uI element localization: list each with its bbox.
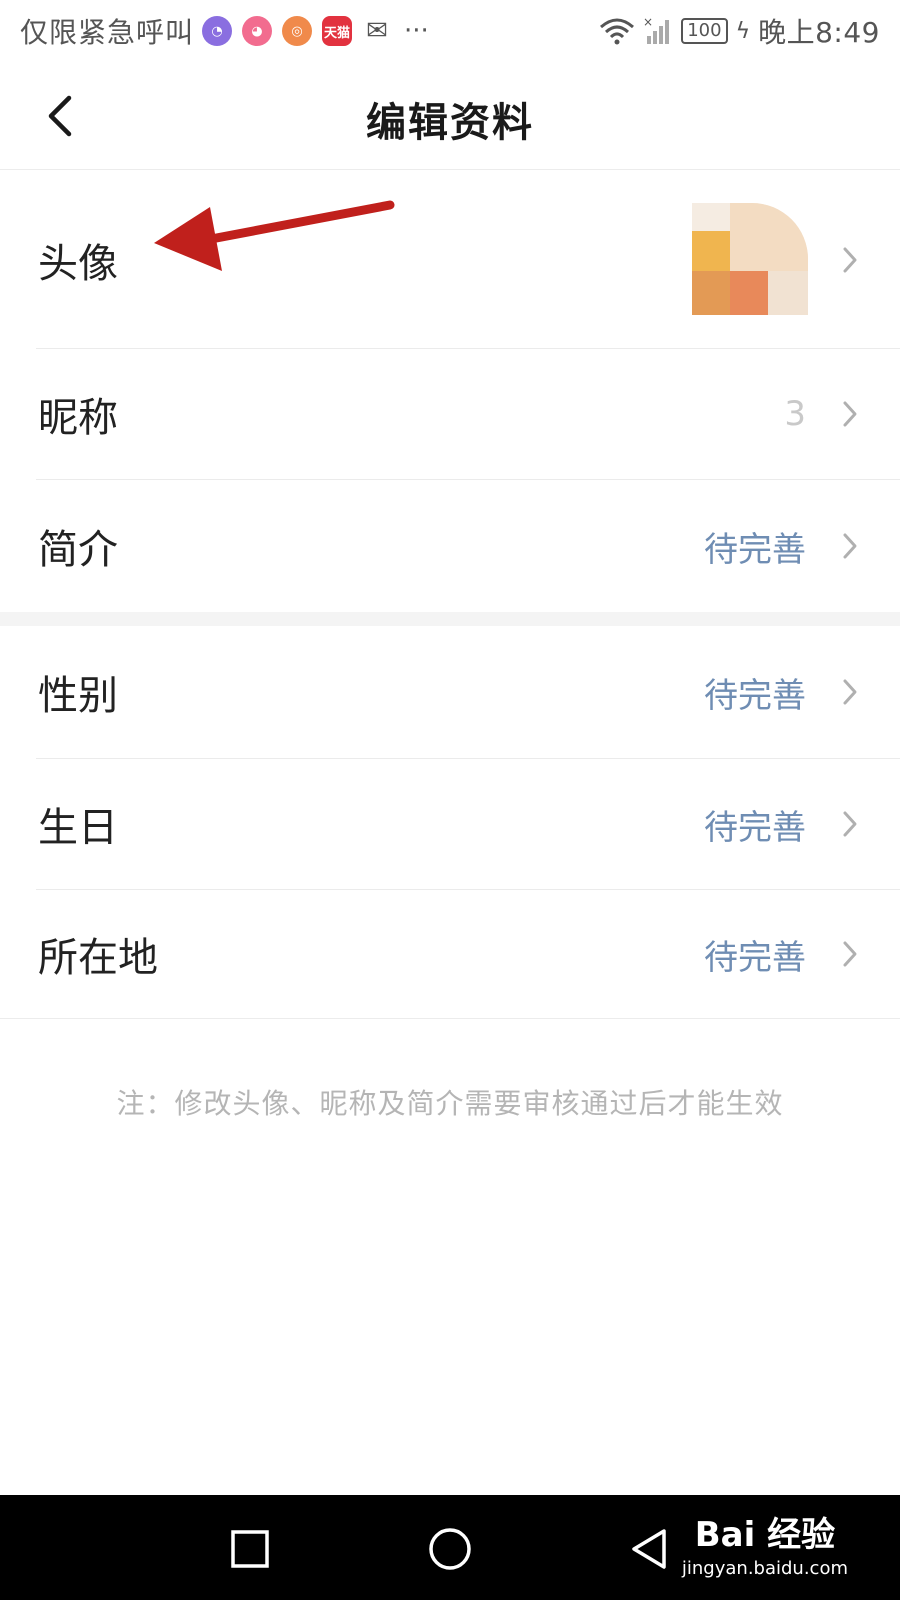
back-nav-button[interactable] bbox=[628, 1527, 672, 1571]
chevron-right-icon bbox=[840, 939, 860, 969]
system-nav-bar: Bai 经验 jingyan.baidu.com bbox=[0, 1495, 900, 1600]
app-notification-icon: ◎ bbox=[282, 16, 313, 46]
chevron-right-icon bbox=[840, 809, 860, 839]
profile-row-location[interactable]: 所在地 待完善 bbox=[0, 890, 900, 1018]
row-label: 头像 bbox=[38, 240, 118, 287]
row-value: 待完善 bbox=[704, 675, 806, 716]
profile-row-birthday[interactable]: 生日 待完善 bbox=[0, 759, 900, 889]
home-button[interactable] bbox=[428, 1527, 472, 1571]
avatar[interactable] bbox=[692, 203, 808, 315]
watermark-brand: Bai 经验 bbox=[694, 1515, 836, 1555]
clock: 晚上8:49 bbox=[758, 16, 880, 49]
chevron-right-icon bbox=[840, 245, 860, 275]
svg-text:×: × bbox=[643, 16, 653, 29]
page-title: 编辑资料 bbox=[366, 100, 534, 146]
profile-row-nickname[interactable]: 昵称 3 bbox=[0, 349, 900, 479]
chevron-right-icon bbox=[840, 399, 860, 429]
app-header: 编辑资料 bbox=[0, 62, 900, 170]
tmall-icon: 天猫 bbox=[322, 16, 353, 46]
wifi-icon bbox=[600, 18, 635, 45]
watermark-url: jingyan.baidu.com bbox=[681, 1558, 848, 1579]
section-separator bbox=[0, 612, 900, 626]
status-bar: 仅限紧急呼叫 ◔ ◕ ◎ 天猫 ✉ ··· × 100 ϟ 晚上8:49 bbox=[0, 0, 900, 62]
carrier-text: 仅限紧急呼叫 bbox=[20, 16, 195, 49]
app-notification-icon: ◔ bbox=[202, 16, 233, 46]
profile-row-avatar[interactable]: 头像 bbox=[0, 171, 900, 348]
battery-indicator: 100 bbox=[681, 18, 728, 44]
wechat-icon: ✉ bbox=[366, 16, 388, 46]
charging-icon: ϟ bbox=[735, 18, 751, 44]
row-label: 昵称 bbox=[38, 395, 118, 441]
chevron-right-icon bbox=[840, 677, 860, 707]
chevron-right-icon bbox=[840, 531, 860, 561]
baidu-jingyan-watermark: Bai 经验 jingyan.baidu.com bbox=[682, 1507, 848, 1579]
signal-icon: × bbox=[643, 16, 670, 44]
row-label: 生日 bbox=[38, 805, 118, 851]
row-label: 所在地 bbox=[38, 935, 158, 981]
row-value: 待完善 bbox=[704, 937, 806, 978]
more-notifications-icon: ··· bbox=[404, 16, 429, 46]
list-bottom-divider bbox=[0, 1018, 900, 1019]
row-label: 简介 bbox=[38, 527, 118, 573]
annotation-arrow-icon bbox=[154, 200, 395, 271]
profile-row-bio[interactable]: 简介 待完善 bbox=[0, 480, 900, 612]
app-notification-icon: ◕ bbox=[242, 16, 273, 46]
profile-row-gender[interactable]: 性别 待完善 bbox=[0, 626, 900, 758]
row-value: 3 bbox=[784, 394, 806, 434]
row-label: 性别 bbox=[38, 673, 118, 719]
row-value: 待完善 bbox=[704, 807, 806, 848]
row-value: 待完善 bbox=[704, 529, 806, 570]
notification-icons: ◔ ◕ ◎ 天猫 ✉ ··· bbox=[202, 16, 429, 46]
review-note: 注：修改头像、昵称及简介需要审核通过后才能生效 bbox=[116, 1087, 784, 1120]
recent-apps-button[interactable] bbox=[228, 1527, 272, 1571]
